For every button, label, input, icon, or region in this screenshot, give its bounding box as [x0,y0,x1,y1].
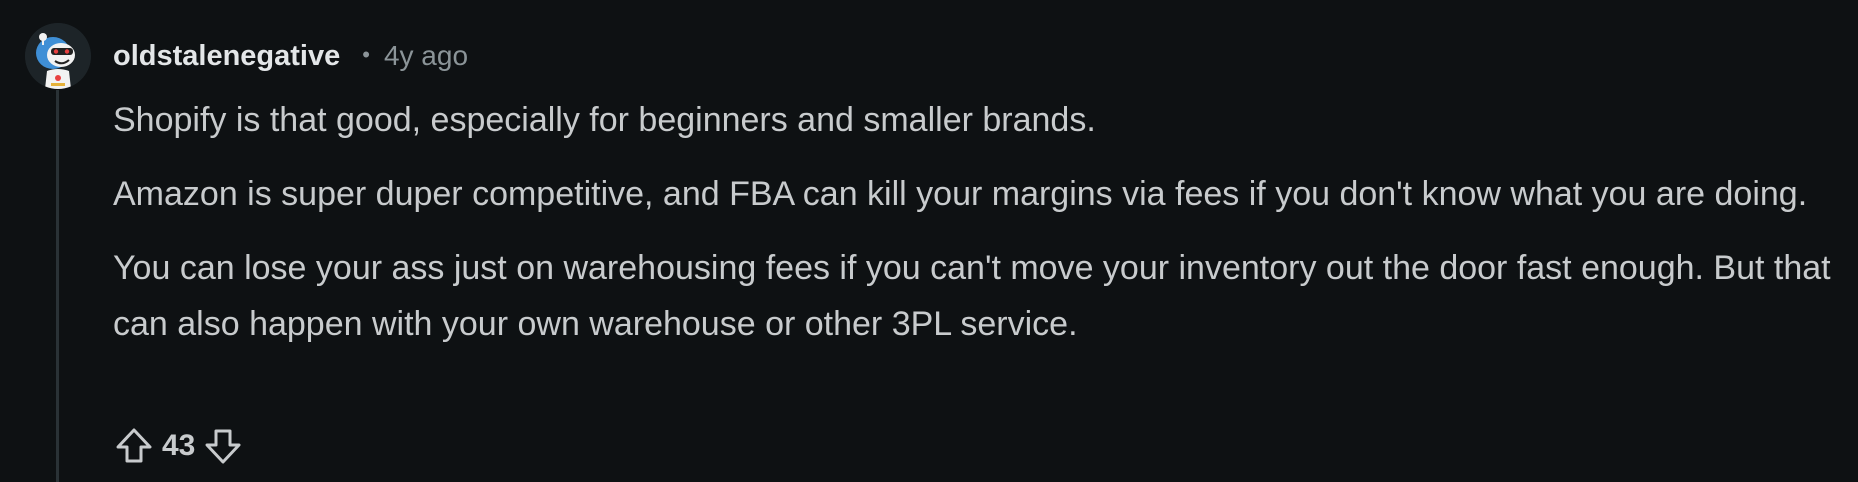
meta-separator: • [362,42,370,67]
comment-paragraph-3: You can lose your ass just on warehousin… [113,249,1831,343]
upvote-arrow-icon [116,428,152,463]
downvote-arrow-icon [205,429,241,464]
comment-paragraph-1: Shopify is that good, especially for beg… [113,101,1096,139]
comment-header: oldstalenegative • 4y ago [113,36,468,76]
user-avatar[interactable] [25,23,91,89]
downvote-button[interactable] [201,424,245,468]
comment-thread-line[interactable] [56,90,59,482]
vote-score: 43 [162,429,196,462]
avatar-icon [25,23,91,89]
upvote-button[interactable] [112,424,156,468]
comment-timestamp[interactable]: 4y ago [384,40,468,72]
comment-body: Shopify is that good, especially for beg… [113,92,1833,370]
vote-actions: 43 [112,424,245,468]
author-username[interactable]: oldstalenegative [113,40,340,73]
comment-paragraph-2: Amazon is super duper competitive, and F… [113,175,1808,213]
